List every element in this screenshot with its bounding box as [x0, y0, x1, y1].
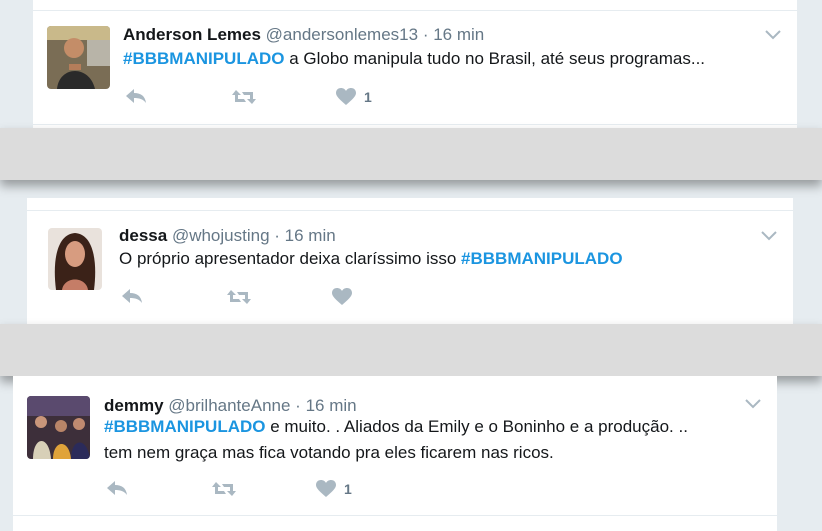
tweet-text-body: a Globo manipula tudo no Brasil, até seu…: [284, 49, 706, 68]
avatar[interactable]: [48, 228, 102, 290]
display-name[interactable]: Anderson Lemes: [123, 25, 261, 44]
user-handle[interactable]: @brilhanteAnne: [168, 396, 290, 415]
like-icon: [332, 288, 352, 305]
tweet-2[interactable]: dessa @whojusting · 16 min O próprio apr…: [0, 198, 822, 324]
chevron-down-icon[interactable]: [765, 30, 781, 40]
like-count: 1: [364, 89, 372, 105]
display-name[interactable]: demmy: [104, 396, 164, 415]
hashtag-link[interactable]: #BBBMANIPULADO: [123, 49, 285, 68]
display-name[interactable]: dessa: [119, 226, 167, 245]
reply-button[interactable]: [121, 288, 143, 304]
tweet-header: demmy @brilhanteAnne · 16 min: [104, 396, 357, 416]
chevron-down-icon[interactable]: [745, 399, 761, 409]
user-handle[interactable]: @whojusting: [172, 226, 270, 245]
retweet-button[interactable]: [211, 480, 237, 498]
avatar[interactable]: [47, 26, 110, 89]
retweet-button[interactable]: [226, 288, 252, 306]
like-button[interactable]: 1: [316, 480, 352, 498]
reply-icon: [126, 89, 146, 103]
separator: ·: [422, 25, 429, 44]
tweet-text: O próprio apresentador deixa claríssimo …: [119, 246, 623, 272]
tweet-3[interactable]: demmy @brilhanteAnne · 16 min #BBBMANIPU…: [0, 376, 822, 531]
like-button[interactable]: 1: [336, 88, 372, 106]
tweet-header: dessa @whojusting · 16 min: [119, 226, 336, 246]
reply-button[interactable]: [106, 480, 128, 496]
hashtag-link[interactable]: #BBBMANIPULADO: [461, 249, 623, 268]
like-icon: [316, 480, 336, 497]
tweet-1[interactable]: Anderson Lemes @andersonlemes13 · 16 min…: [0, 0, 822, 128]
timestamp[interactable]: 16 min: [433, 25, 484, 44]
separator: ·: [295, 396, 301, 415]
hashtag-link[interactable]: #BBBMANIPULADO: [104, 417, 266, 436]
tweet-text-line-2: tem nem graça mas fica votando pra eles …: [104, 443, 554, 462]
timestamp[interactable]: 16 min: [285, 226, 336, 245]
retweet-icon: [232, 90, 256, 104]
avatar[interactable]: [27, 396, 90, 459]
like-icon: [336, 88, 356, 105]
separator: ·: [274, 226, 280, 245]
retweet-button[interactable]: [231, 88, 257, 106]
timestamp[interactable]: 16 min: [306, 396, 357, 415]
tweet-text-body: O próprio apresentador deixa claríssimo …: [119, 249, 462, 268]
like-button[interactable]: [332, 288, 352, 306]
reply-icon: [107, 481, 127, 495]
retweet-icon: [212, 482, 236, 496]
reply-icon: [122, 289, 142, 303]
chevron-down-icon[interactable]: [761, 231, 777, 241]
overlay-bar: [0, 128, 822, 180]
tweet-header: Anderson Lemes @andersonlemes13 · 16 min: [123, 25, 484, 45]
reply-button[interactable]: [125, 88, 147, 104]
tweet-text: #BBBMANIPULADO e muito. . Aliados da Emi…: [104, 414, 688, 440]
tweet-text-body: e muito. . Aliados da Emily e o Boninho …: [265, 417, 688, 436]
retweet-icon: [227, 290, 251, 304]
like-count: 1: [344, 481, 352, 497]
user-handle[interactable]: @andersonlemes13: [266, 25, 418, 44]
overlay-bar: [0, 324, 822, 376]
tweet-text: #BBBMANIPULADO a Globo manipula tudo no …: [123, 46, 705, 72]
